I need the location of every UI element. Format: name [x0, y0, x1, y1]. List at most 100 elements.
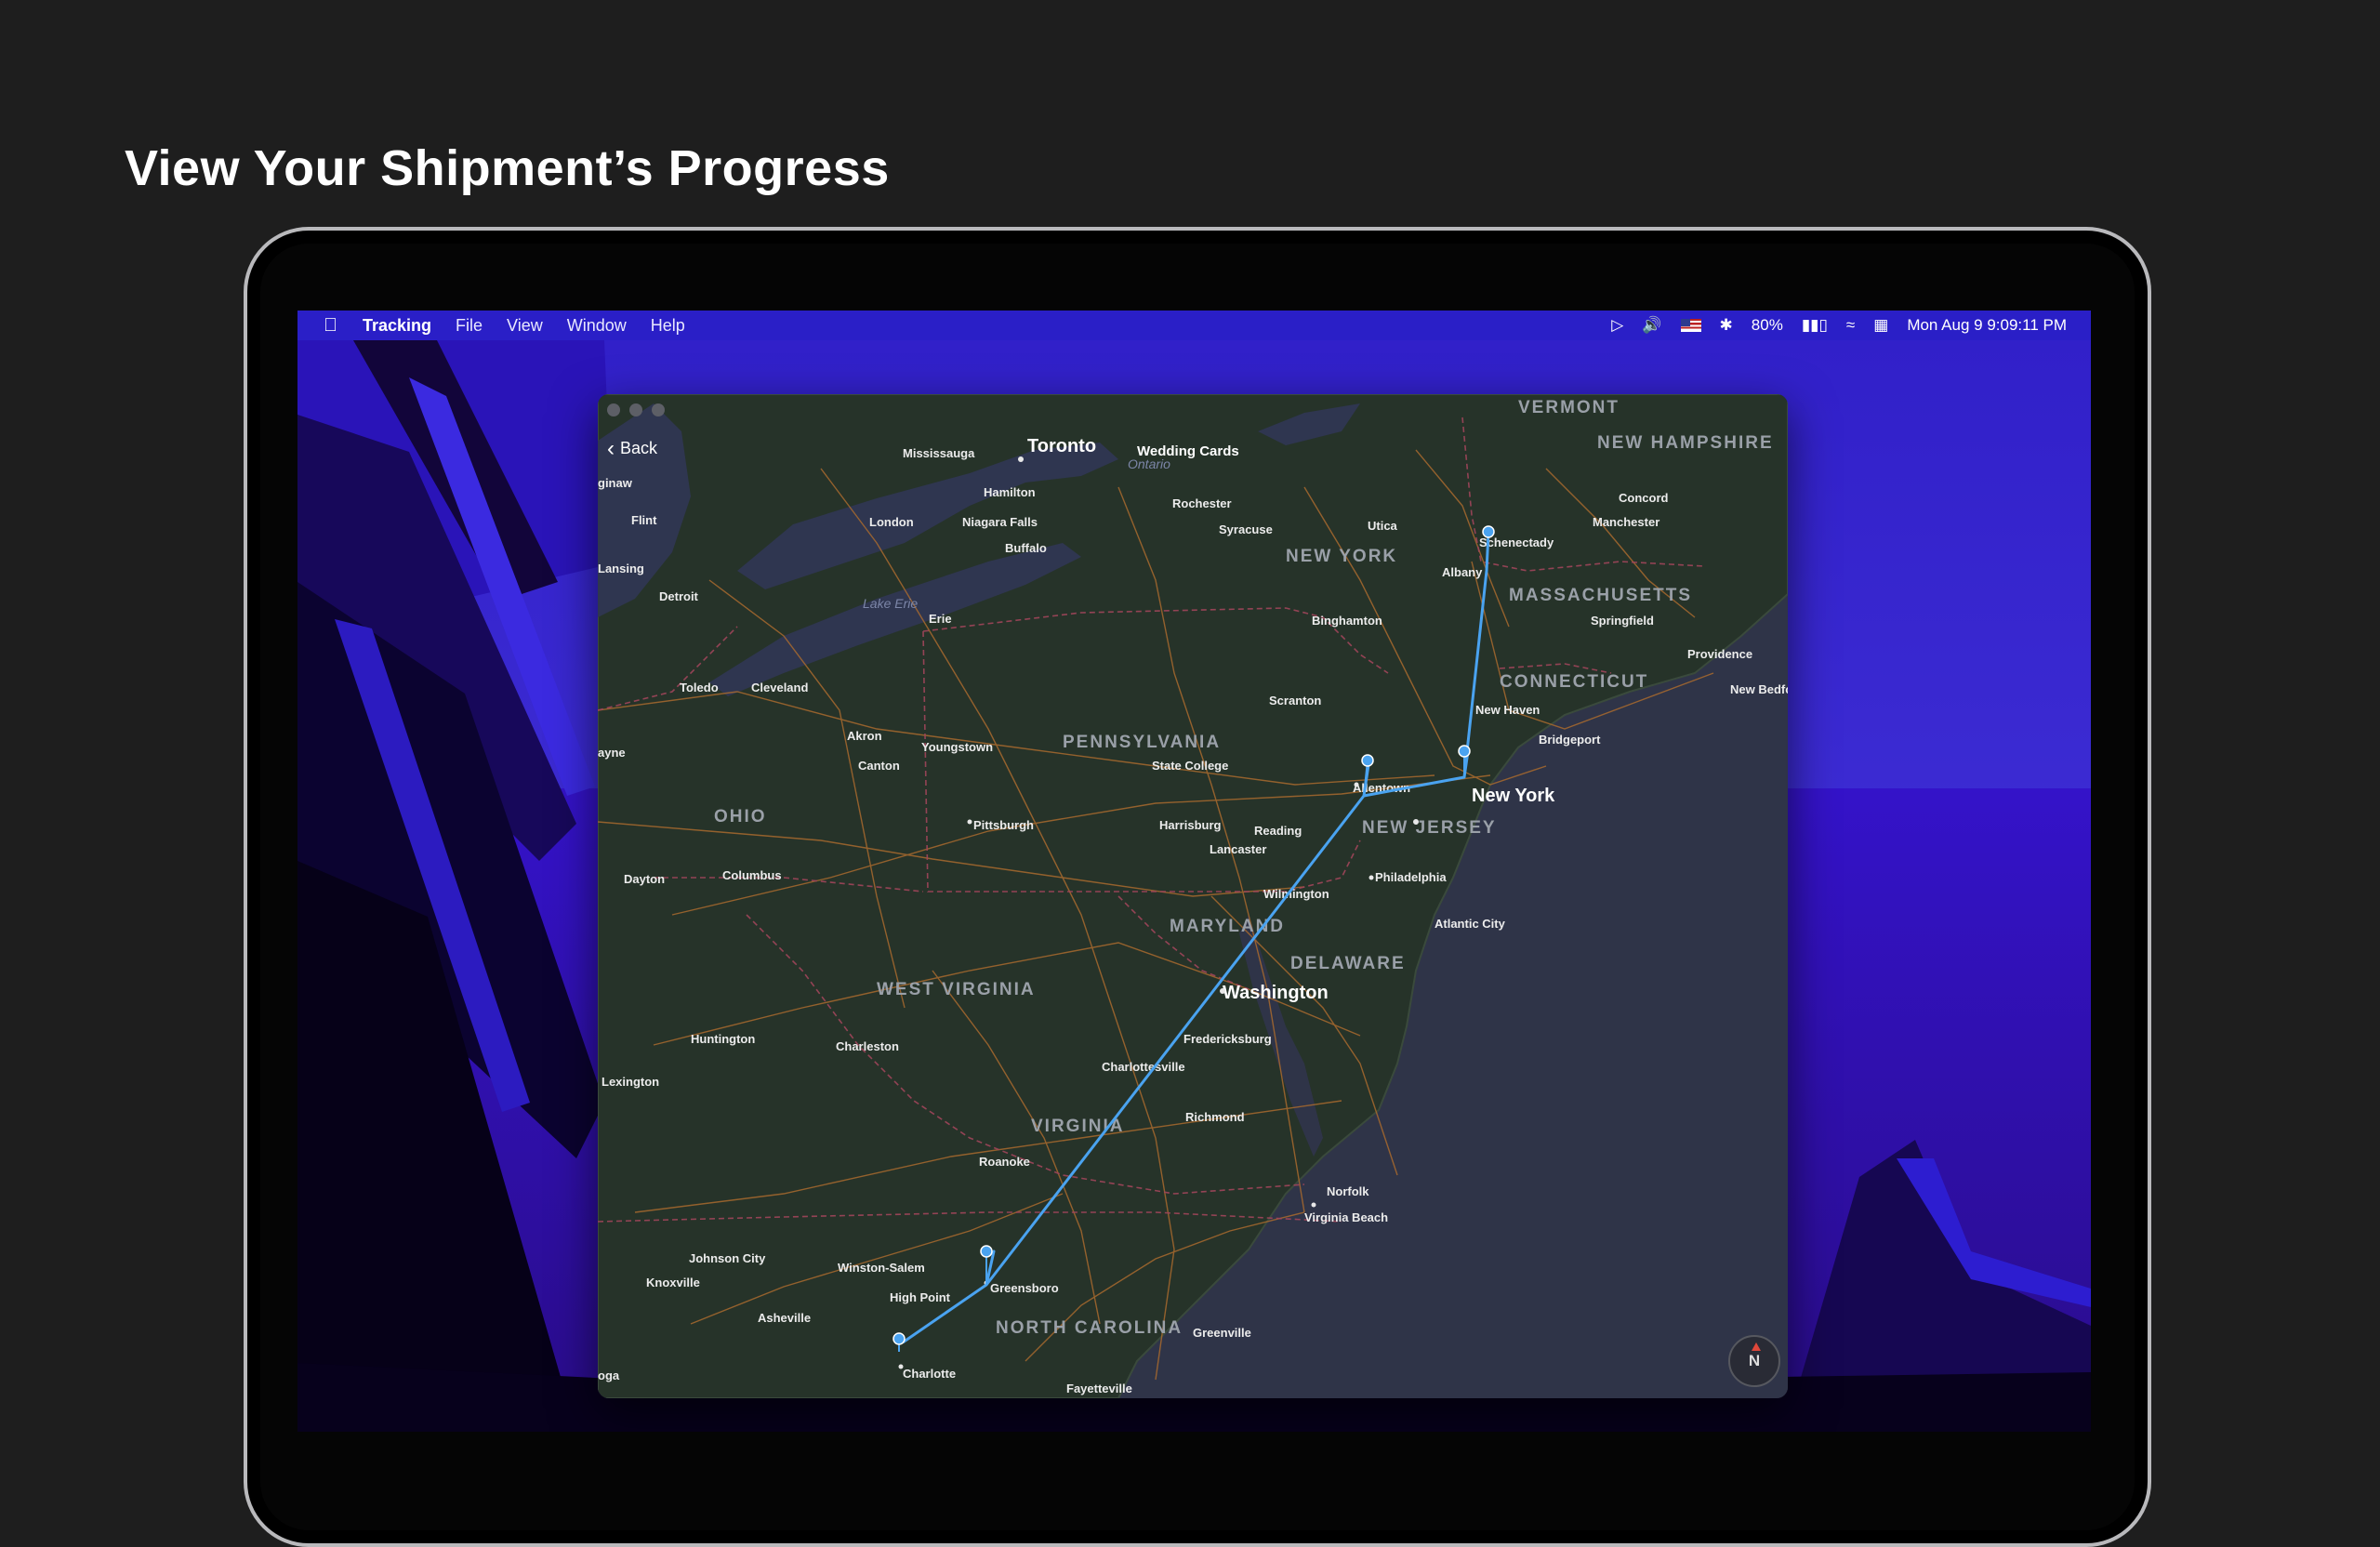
- city-edge-saginaw: ginaw: [598, 476, 633, 490]
- state-pennsylvania: PENNSYLVANIA: [1063, 733, 1221, 752]
- city-detroit: Detroit: [659, 589, 699, 603]
- page-headline: View Your Shipment’s Progress: [125, 140, 890, 196]
- menu-bar:  Tracking File View Window Help ▷ 🔊 ✱ 8…: [298, 311, 2091, 340]
- city-erie: Erie: [929, 612, 952, 626]
- city-huntington: Huntington: [691, 1032, 755, 1046]
- city-state-college: State College: [1152, 759, 1228, 773]
- city-canton: Canton: [858, 759, 900, 773]
- city-charlotte: Charlotte: [903, 1367, 956, 1381]
- menu-view[interactable]: View: [507, 316, 543, 336]
- menu-file[interactable]: File: [456, 316, 483, 336]
- city-scranton: Scranton: [1269, 694, 1321, 707]
- city-mississauga: Mississauga: [903, 446, 975, 460]
- city-wilmington: Wilmington: [1263, 887, 1329, 901]
- control-center-icon[interactable]: ▦: [1873, 316, 1888, 335]
- window-controls: [607, 403, 665, 416]
- city-london: London: [869, 515, 914, 529]
- back-button-label: Back: [620, 439, 658, 457]
- shipment-map[interactable]: VERMONT NEW HAMPSHIRE NEW YORK MASSACHUS…: [598, 394, 1788, 1398]
- battery-icon[interactable]: ▮▮▯: [1802, 316, 1828, 335]
- city-syracuse: Syracuse: [1219, 522, 1273, 536]
- city-greenville: Greenville: [1193, 1326, 1251, 1340]
- city-lancaster: Lancaster: [1210, 842, 1266, 856]
- close-window-button[interactable]: [607, 403, 620, 416]
- city-richmond: Richmond: [1185, 1110, 1245, 1124]
- city-reading: Reading: [1254, 824, 1302, 838]
- city-akron: Akron: [847, 729, 882, 743]
- city-buffalo: Buffalo: [1005, 541, 1047, 555]
- city-johnson-city: Johnson City: [689, 1251, 766, 1265]
- city-lansing: Lansing: [598, 562, 644, 575]
- city-manchester: Manchester: [1593, 515, 1659, 529]
- volume-icon[interactable]: 🔊: [1642, 316, 1661, 335]
- city-new-york: New York: [1472, 786, 1555, 806]
- menubar-clock[interactable]: Mon Aug 9 9:09:11 PM: [1907, 316, 2067, 335]
- city-fayetteville: Fayetteville: [1066, 1382, 1132, 1395]
- state-north-carolina: NORTH CAROLINA: [996, 1318, 1183, 1338]
- city-niagara-falls: Niagara Falls: [962, 515, 1038, 529]
- city-philadelphia: Philadelphia: [1375, 870, 1447, 884]
- city-lexington: Lexington: [602, 1075, 659, 1089]
- city-harrisburg: Harrisburg: [1159, 818, 1222, 832]
- city-charleston: Charleston: [836, 1039, 899, 1053]
- tracking-window: ‹ Back VERMONT NEW HAMPSHIRE NEW YORK MA…: [598, 394, 1788, 1398]
- city-knoxville: Knoxville: [646, 1276, 700, 1289]
- wifi-icon[interactable]: ≈: [1846, 316, 1855, 335]
- minimize-window-button[interactable]: [629, 403, 642, 416]
- laptop-screen:  Tracking File View Window Help ▷ 🔊 ✱ 8…: [298, 311, 2091, 1432]
- city-greensboro: Greensboro: [990, 1281, 1059, 1295]
- city-norfolk: Norfolk: [1327, 1184, 1369, 1198]
- city-providence: Providence: [1687, 647, 1752, 661]
- battery-percent[interactable]: 80%: [1752, 316, 1783, 335]
- city-bridgeport: Bridgeport: [1539, 733, 1601, 747]
- city-virginia-beach: Virginia Beach: [1304, 1210, 1388, 1224]
- compass-north-label: N: [1748, 1352, 1761, 1369]
- city-binghamton: Binghamton: [1312, 614, 1382, 628]
- city-flint: Flint: [631, 513, 657, 527]
- city-toledo: Toledo: [680, 681, 719, 694]
- city-edge-fort-wayne: ayne: [598, 746, 626, 760]
- city-wedding-cards: Wedding Cards: [1137, 443, 1239, 459]
- city-dayton: Dayton: [624, 872, 665, 886]
- apple-menu-icon[interactable]: : [324, 315, 351, 337]
- state-west-virginia-1: WEST VIRGINIA: [877, 980, 1036, 999]
- menu-help[interactable]: Help: [651, 316, 685, 336]
- play-icon[interactable]: ▷: [1611, 316, 1623, 335]
- menu-app-name[interactable]: Tracking: [363, 316, 431, 336]
- back-button[interactable]: ‹ Back: [607, 435, 658, 461]
- city-high-point: High Point: [890, 1290, 951, 1304]
- city-new-bedford: New Bedford: [1730, 682, 1788, 696]
- city-roanoke: Roanoke: [979, 1155, 1030, 1169]
- city-columbus: Columbus: [722, 868, 782, 882]
- city-springfield: Springfield: [1591, 614, 1654, 628]
- city-new-haven: New Haven: [1475, 703, 1540, 717]
- city-toronto: Toronto: [1027, 436, 1096, 456]
- city-rochester: Rochester: [1172, 496, 1232, 510]
- state-delaware: DELAWARE: [1290, 954, 1406, 973]
- menu-window[interactable]: Window: [567, 316, 627, 336]
- map-compass-button[interactable]: N: [1728, 1335, 1780, 1387]
- status-area: ▷ 🔊 ✱ 80% ▮▮▯ ≈ ▦ Mon Aug 9 9:09:11 PM: [1611, 311, 2067, 340]
- city-edge-chattanooga: oga: [598, 1368, 620, 1382]
- state-new-jersey: NEW JERSEY: [1362, 818, 1497, 838]
- city-utica: Utica: [1368, 519, 1398, 533]
- city-concord: Concord: [1619, 491, 1669, 505]
- state-vermont: VERMONT: [1518, 398, 1620, 417]
- bluetooth-icon[interactable]: ✱: [1720, 316, 1733, 335]
- city-pittsburgh: Pittsburgh: [973, 818, 1034, 832]
- state-new-hampshire: NEW HAMPSHIRE: [1597, 433, 1774, 453]
- city-asheville: Asheville: [758, 1311, 811, 1325]
- city-youngstown: Youngstown: [921, 740, 993, 754]
- lake-erie: Lake Erie: [863, 596, 918, 611]
- city-atlantic-city: Atlantic City: [1435, 917, 1506, 931]
- zoom-window-button[interactable]: [652, 403, 665, 416]
- state-connecticut: CONNECTICUT: [1500, 672, 1648, 692]
- city-washington: Washington: [1223, 983, 1329, 1003]
- state-ohio: OHIO: [714, 807, 767, 826]
- state-massachusetts: MASSACHUSETTS: [1509, 586, 1692, 605]
- city-hamilton: Hamilton: [984, 485, 1036, 499]
- input-source-flag-icon[interactable]: [1680, 319, 1701, 332]
- city-fredericksburg: Fredericksburg: [1183, 1032, 1272, 1046]
- city-winston-salem: Winston-Salem: [838, 1261, 925, 1275]
- chevron-left-icon: ‹: [607, 435, 615, 461]
